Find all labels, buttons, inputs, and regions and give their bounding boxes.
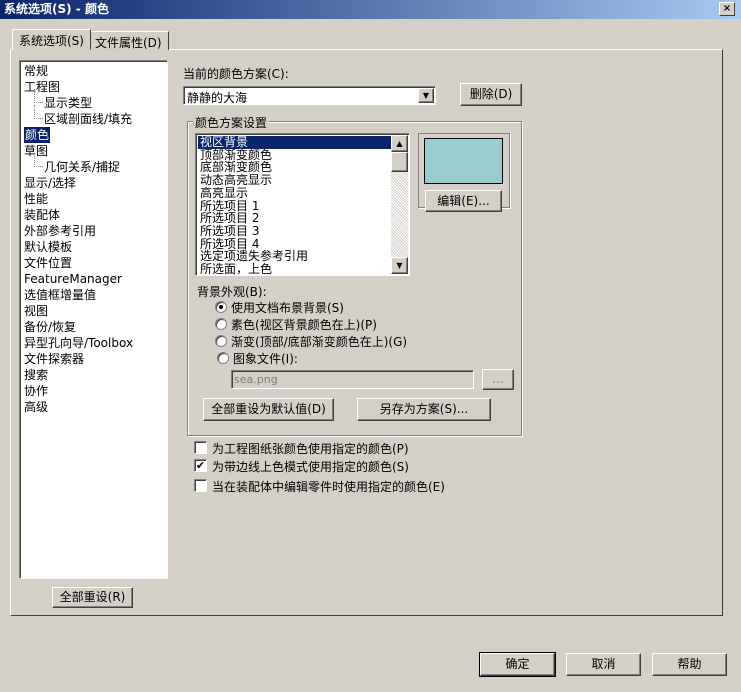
tree-item[interactable]: 备份/恢复 xyxy=(24,319,76,335)
title-bar: 系统选项(S) - 颜色 xyxy=(0,0,741,19)
window-title: 系统选项(S) - 颜色 xyxy=(4,2,109,16)
cancel-button[interactable]: 取消 xyxy=(566,653,641,676)
option-checkbox-label: 当在装配体中编辑零件时使用指定的颜色(E) xyxy=(212,480,445,494)
scheme-value: 静静的大海 xyxy=(187,91,248,105)
option-checkbox-label: 为带边线上色模式使用指定的颜色(S) xyxy=(212,460,409,474)
tree-connector xyxy=(34,105,43,119)
close-button[interactable]: × xyxy=(719,2,735,16)
background-radio-label: 素色(视区背景颜色在上)(P) xyxy=(231,318,377,332)
tree-item[interactable]: 默认模板 xyxy=(24,239,72,255)
tree-item[interactable]: 几何关系/捕捉 xyxy=(44,159,120,175)
tab-system-options[interactable]: 系统选项(S) xyxy=(12,29,91,50)
color-items-list[interactable]: 视区背景 顶部渐变颜色 底部渐变颜色 动态高亮显示 高亮显示 所选项目 1 所选项目 2 所选… xyxy=(195,133,410,276)
tree-item[interactable]: 性能 xyxy=(24,191,48,207)
chevron-down-icon[interactable]: ▼ xyxy=(418,88,434,103)
tree-item[interactable]: 颜色 xyxy=(24,127,51,143)
image-file-input[interactable]: sea.png xyxy=(231,370,474,389)
scroll-down-icon[interactable]: ▼ xyxy=(391,257,408,274)
tree-item[interactable]: 显示类型 xyxy=(44,95,92,111)
tree-item[interactable]: 高级 xyxy=(24,399,48,415)
background-radio[interactable] xyxy=(217,352,229,364)
scheme-label: 当前的颜色方案(C): xyxy=(183,67,289,81)
tree-connector xyxy=(34,89,43,103)
option-checkbox[interactable] xyxy=(194,441,207,454)
option-checkbox[interactable] xyxy=(194,479,207,492)
tree-item[interactable]: 外部参考引用 xyxy=(24,223,96,239)
list-scrollbar[interactable]: ▲ ▼ xyxy=(391,135,408,274)
scroll-up-icon[interactable]: ▲ xyxy=(391,135,408,152)
help-button[interactable]: 帮助 xyxy=(652,653,727,676)
browse-button[interactable]: ... xyxy=(482,369,514,390)
color-item[interactable]: 所选项目 3 xyxy=(198,224,391,238)
edit-color-button[interactable]: 编辑(E)... xyxy=(425,190,502,212)
background-radio-label: 使用文档布景背景(S) xyxy=(231,301,344,315)
background-radio-label: 渐变(顶部/底部渐变颜色在上)(G) xyxy=(231,335,408,349)
scroll-thumb[interactable] xyxy=(391,152,408,172)
option-checkbox[interactable]: ✔ xyxy=(194,459,207,472)
color-item[interactable]: 高亮显示 xyxy=(198,186,391,200)
background-radio[interactable] xyxy=(215,318,227,330)
color-item[interactable]: 所选面，上色 xyxy=(198,263,391,276)
tree-item[interactable]: 协作 xyxy=(24,383,48,399)
color-preview-swatch xyxy=(424,138,503,184)
tree-item[interactable]: 文件探索器 xyxy=(24,351,84,367)
tree-item[interactable]: 区域剖面线/填充 xyxy=(44,111,132,127)
scheme-settings-legend: 颜色方案设置 xyxy=(193,114,270,131)
save-as-scheme-button[interactable]: 另存为方案(S)... xyxy=(357,398,491,421)
option-checkbox-label: 为工程图纸张颜色使用指定的颜色(P) xyxy=(212,442,409,456)
tab-document-properties[interactable]: 文件属性(D) xyxy=(88,31,169,50)
reset-defaults-button[interactable]: 全部重设为默认值(D) xyxy=(203,398,334,421)
reset-all-button[interactable]: 全部重设(R) xyxy=(52,587,133,608)
delete-button[interactable]: 删除(D) xyxy=(460,83,522,106)
tree-item[interactable]: 搜索 xyxy=(24,367,48,383)
tree-item[interactable]: 装配体 xyxy=(24,207,60,223)
tree-item[interactable]: 异型孔向导/Toolbox xyxy=(24,335,133,351)
tree-connector xyxy=(34,153,43,167)
tree-item[interactable]: 选值框增量值 xyxy=(24,287,96,303)
scheme-dropdown[interactable]: 静静的大海 ▼ xyxy=(183,86,436,105)
tree-item[interactable]: 视图 xyxy=(24,303,48,319)
tree-item[interactable]: 显示/选择 xyxy=(24,175,76,191)
background-radio-label: 图象文件(I): xyxy=(233,352,298,366)
tree-item[interactable]: FeatureManager xyxy=(24,271,122,287)
tree-item[interactable]: 常规 xyxy=(24,63,48,79)
ok-button[interactable]: 确定 xyxy=(479,652,556,677)
background-radio[interactable] xyxy=(215,301,227,313)
background-label: 背景外观(B): xyxy=(197,285,267,299)
options-tree[interactable]: 常规 工程图 显示类型 区域剖面线/填充 颜色 草图 几何关系/捕捉 显示/选择 性能 装配体 外部… xyxy=(19,60,168,579)
background-radio[interactable] xyxy=(215,335,227,347)
tree-item[interactable]: 文件位置 xyxy=(24,255,72,271)
